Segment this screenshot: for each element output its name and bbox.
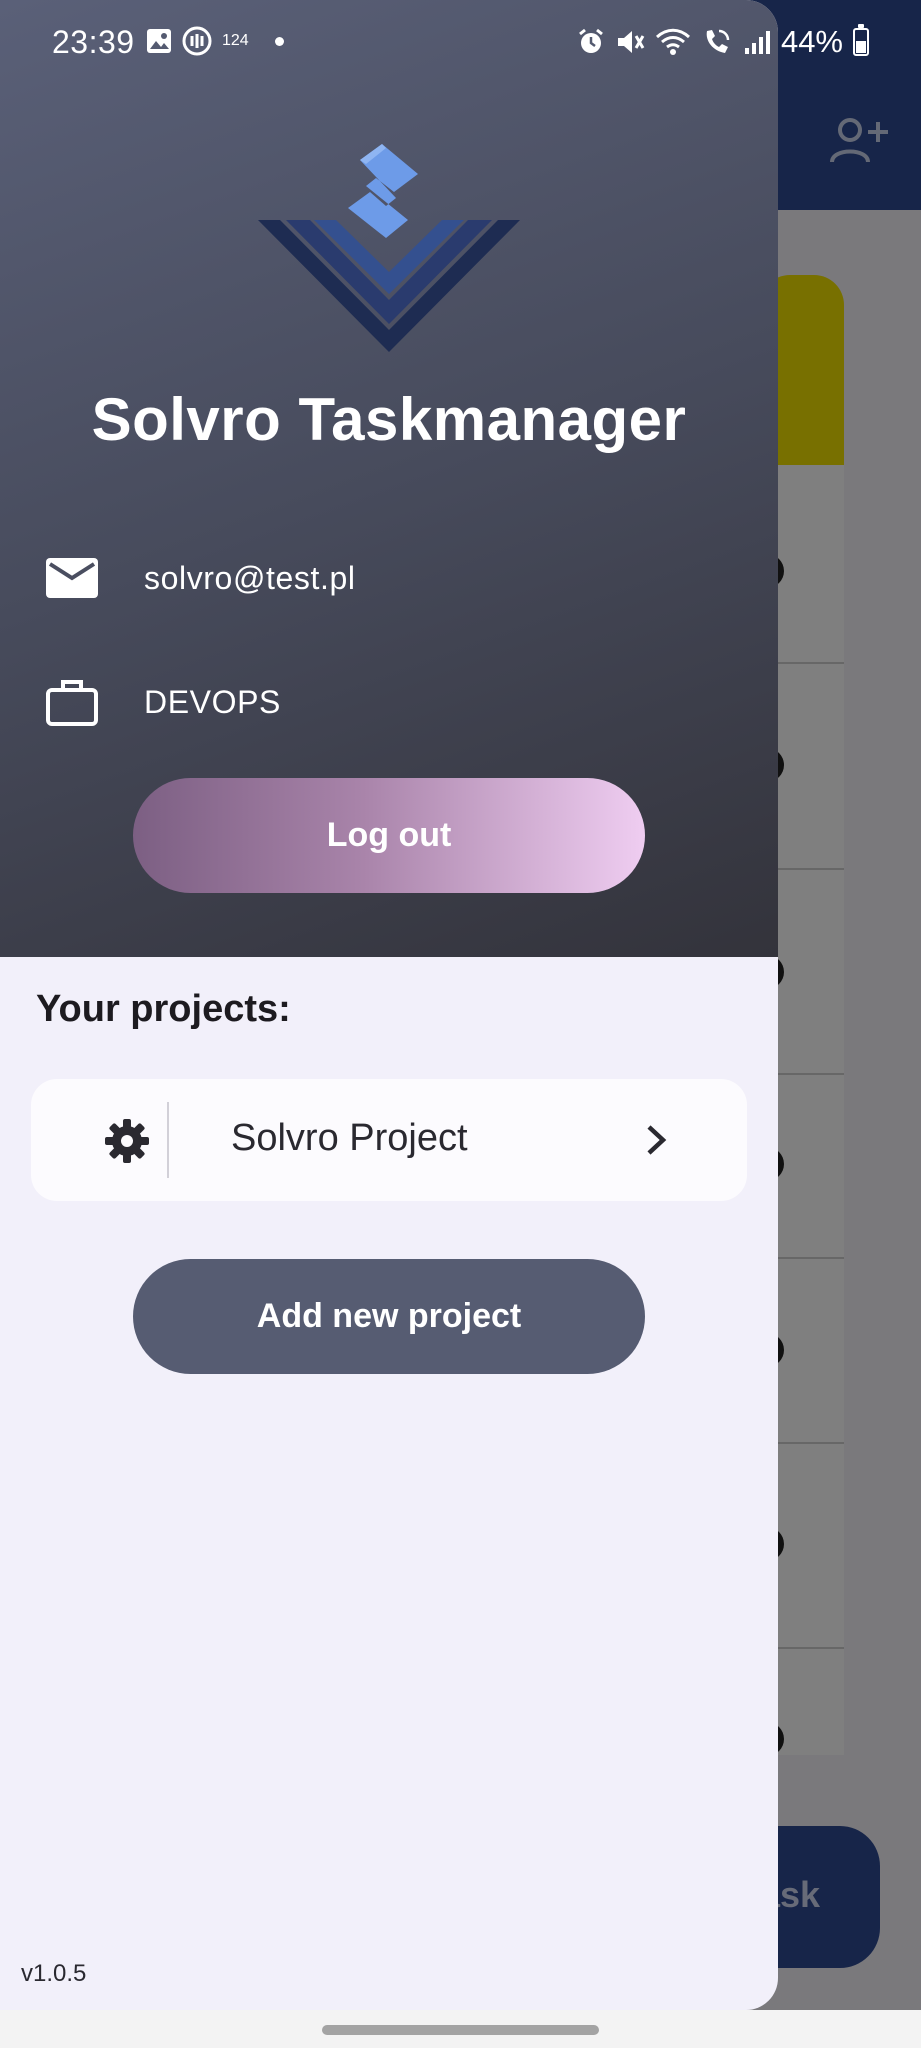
wifi-calling-icon (706, 29, 730, 53)
battery-percentage: 44% (780, 24, 843, 59)
alarm-icon (579, 28, 603, 53)
app-version: v1.0.5 (21, 1960, 87, 1987)
status-bar: 23:39 124 44% (0, 0, 921, 86)
drawer-header: Solvro Taskmanager solvro@test.pl DEVOPS… (0, 0, 778, 957)
image-icon (147, 29, 171, 53)
wifi-icon (655, 28, 690, 55)
briefcase-icon (44, 674, 100, 730)
signal-icon (744, 31, 770, 54)
email-row: solvro@test.pl (44, 550, 356, 606)
chevron-right-icon (647, 1125, 667, 1155)
project-item[interactable]: Solvro Project (31, 1079, 747, 1201)
home-gesture-bar[interactable] (322, 2025, 599, 2035)
system-icons: 44% (577, 24, 869, 60)
user-role: DEVOPS (144, 683, 281, 720)
logout-button[interactable]: Log out (133, 778, 645, 893)
mute-icon (617, 31, 645, 53)
user-email: solvro@test.pl (144, 559, 356, 596)
solvro-logo (258, 144, 520, 352)
status-time: 23:39 (52, 24, 135, 60)
add-new-project-button[interactable]: Add new project (133, 1259, 645, 1374)
notification-icons: 124 (146, 26, 284, 56)
project-divider (167, 1102, 169, 1178)
battery-icon (853, 24, 869, 56)
sync-icon (182, 26, 212, 56)
more-notifications-dot (274, 36, 284, 46)
project-name: Solvro Project (231, 1117, 468, 1159)
navigation-drawer: Solvro Taskmanager solvro@test.pl DEVOPS… (0, 0, 778, 2010)
gear-icon[interactable] (105, 1119, 149, 1163)
notification-count: 124 (222, 32, 249, 49)
role-row: DEVOPS (44, 674, 281, 730)
projects-heading: Your projects: (36, 988, 291, 1030)
app-title: Solvro Taskmanager (91, 386, 687, 453)
mail-icon (44, 550, 100, 606)
